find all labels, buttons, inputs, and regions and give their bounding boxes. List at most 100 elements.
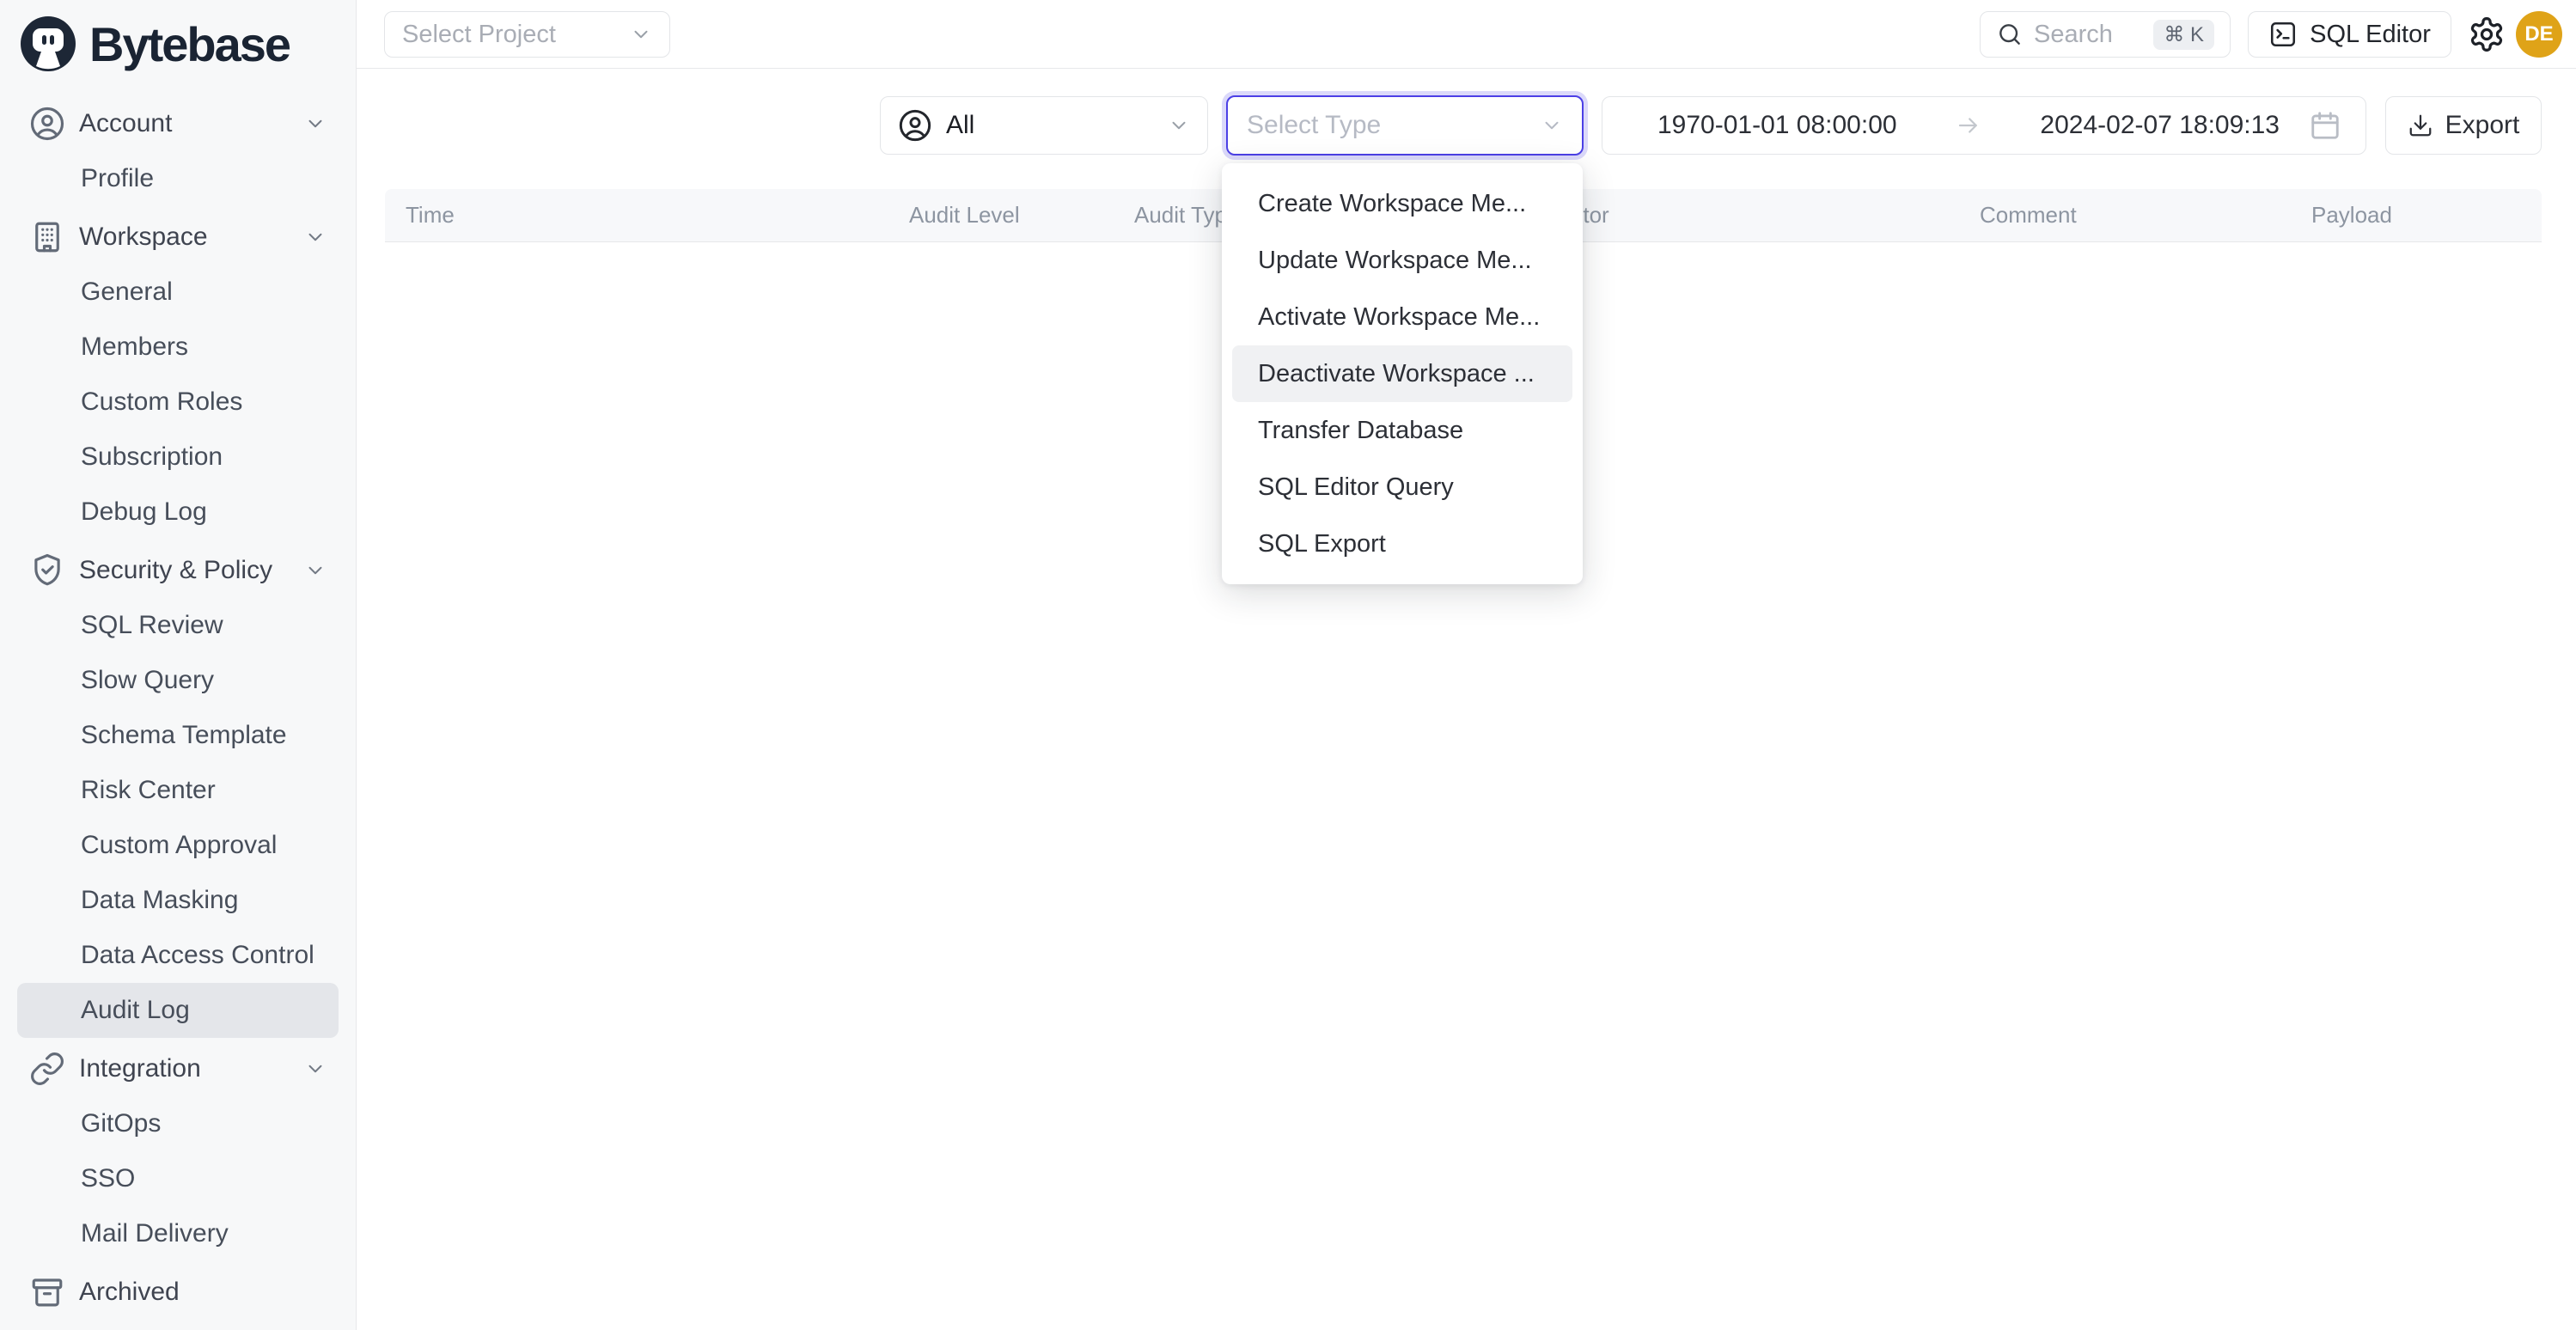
sidebar-item-label: Members <box>81 332 188 362</box>
sidebar-item-account[interactable]: Account <box>17 96 339 151</box>
menu-item-deactivate-workspace[interactable]: Deactivate Workspace ... <box>1232 345 1572 402</box>
sidebar-item-subscription[interactable]: Subscription <box>17 430 339 485</box>
sidebar-item-label: Account <box>79 109 172 138</box>
sidebar-item-label: Subscription <box>81 442 223 472</box>
menu-item-sql-editor-query[interactable]: SQL Editor Query <box>1232 459 1572 516</box>
chevron-down-icon <box>1541 114 1563 137</box>
sidebar-item-label: Risk Center <box>81 776 216 805</box>
sidebar-item-label: SSO <box>81 1164 135 1193</box>
sidebar-item-label: Schema Template <box>81 721 287 750</box>
search-shortcut-badge: ⌘ K <box>2153 20 2214 50</box>
archive-icon <box>29 1274 65 1310</box>
sidebar-item-workspace[interactable]: Workspace <box>17 210 339 265</box>
chevron-down-icon <box>304 1058 327 1080</box>
sidebar-item-integration[interactable]: Integration <box>17 1041 339 1096</box>
sidebar-item-label: Mail Delivery <box>81 1219 229 1248</box>
chevron-down-icon <box>630 23 652 46</box>
link-icon <box>29 1051 65 1087</box>
date-to-value[interactable]: 2024-02-07 18:09:13 <box>2040 111 2280 140</box>
chevron-down-icon <box>304 559 327 582</box>
arrow-right-icon <box>1956 113 1981 138</box>
bytebase-logo[interactable]: Bytebase <box>0 0 356 74</box>
download-icon <box>2408 113 2433 138</box>
user-circle-icon <box>29 106 65 142</box>
chevron-down-icon <box>304 113 327 135</box>
audit-type-placeholder: Select Type <box>1247 111 1381 140</box>
sidebar-item-custom-roles[interactable]: Custom Roles <box>17 375 339 430</box>
sidebar-item-custom-approval[interactable]: Custom Approval <box>17 818 339 873</box>
sidebar-item-label: Integration <box>79 1054 201 1083</box>
col-header-actor: Actor <box>1538 202 1968 229</box>
sidebar-item-label: Security & Policy <box>79 556 272 585</box>
project-select-placeholder: Select Project <box>402 21 556 49</box>
calendar-icon <box>2309 109 2341 142</box>
menu-item-sql-export[interactable]: SQL Export <box>1232 516 1572 572</box>
sidebar: Bytebase Account Profile Workspace General M… <box>0 0 357 1330</box>
sidebar-item-label: Slow Query <box>81 666 214 695</box>
export-button[interactable]: Export <box>2385 96 2542 155</box>
sidebar-item-slow-query[interactable]: Slow Query <box>17 653 339 708</box>
sidebar-item-archived[interactable]: Archived <box>17 1265 339 1320</box>
sidebar-item-members[interactable]: Members <box>17 320 339 375</box>
sql-editor-label: SQL Editor <box>2310 21 2431 49</box>
actor-filter-value: All <box>946 111 974 140</box>
user-circle-icon <box>898 108 932 143</box>
bytebase-logo-icon <box>21 16 76 71</box>
chevron-down-icon <box>304 226 327 248</box>
avatar[interactable]: DE <box>2516 11 2562 58</box>
sidebar-item-general[interactable]: General <box>17 265 339 320</box>
col-header-payload: Payload <box>2287 202 2542 229</box>
search-icon <box>1996 21 2024 48</box>
audit-type-filter-select[interactable]: Select Type <box>1226 95 1584 156</box>
actor-filter-select[interactable]: All <box>880 96 1208 155</box>
menu-item-update-workspace-me[interactable]: Update Workspace Me... <box>1232 232 1572 289</box>
menu-item-create-workspace-me[interactable]: Create Workspace Me... <box>1232 175 1572 232</box>
sidebar-item-audit-log[interactable]: Audit Log <box>17 983 339 1038</box>
sidebar-item-label: Archived <box>79 1278 180 1307</box>
sidebar-item-schema-template[interactable]: Schema Template <box>17 708 339 763</box>
sidebar-item-security-policy[interactable]: Security & Policy <box>17 543 339 598</box>
gear-icon[interactable] <box>2468 15 2506 53</box>
sidebar-item-label: Custom Roles <box>81 387 242 417</box>
sidebar-item-risk-center[interactable]: Risk Center <box>17 763 339 818</box>
sidebar-item-sql-review[interactable]: SQL Review <box>17 598 339 653</box>
logo-wordmark: Bytebase <box>89 16 290 72</box>
sidebar-nav: Account Profile Workspace General Members Cus… <box>0 96 356 1320</box>
menu-item-activate-workspace-me[interactable]: Activate Workspace Me... <box>1232 289 1572 345</box>
sidebar-item-label: SQL Review <box>81 611 223 640</box>
project-select[interactable]: Select Project <box>384 11 670 58</box>
avatar-initials: DE <box>2524 22 2553 46</box>
menu-item-transfer-database[interactable]: Transfer Database <box>1232 402 1572 459</box>
sidebar-item-sso[interactable]: SSO <box>17 1151 339 1206</box>
col-header-comment: Comment <box>1968 202 2287 229</box>
sidebar-item-profile[interactable]: Profile <box>17 151 339 206</box>
date-from-value[interactable]: 1970-01-01 08:00:00 <box>1657 111 1897 140</box>
sidebar-item-label: Profile <box>81 164 154 193</box>
sidebar-item-label: Audit Log <box>81 996 190 1025</box>
sidebar-item-gitops[interactable]: GitOps <box>17 1096 339 1151</box>
terminal-icon <box>2268 20 2298 49</box>
sidebar-item-label: GitOps <box>81 1109 161 1138</box>
topbar: Select Project Search ⌘ K SQL Editor DE <box>357 0 2576 69</box>
col-header-time: Time <box>385 202 892 229</box>
building-icon <box>29 219 65 255</box>
export-label: Export <box>2445 111 2520 140</box>
sidebar-item-label: Data Access Control <box>81 941 314 970</box>
search-placeholder: Search <box>2034 21 2113 49</box>
shield-check-icon <box>29 552 65 589</box>
col-header-audit-level: Audit Level <box>892 202 1115 229</box>
search-input[interactable]: Search ⌘ K <box>1980 11 2231 58</box>
chevron-down-icon <box>1168 114 1190 137</box>
date-range-picker[interactable]: 1970-01-01 08:00:00 2024-02-07 18:09:13 <box>1602 96 2366 155</box>
sidebar-item-label: General <box>81 278 173 307</box>
sidebar-item-data-masking[interactable]: Data Masking <box>17 873 339 928</box>
sidebar-item-debug-log[interactable]: Debug Log <box>17 485 339 540</box>
sidebar-item-label: Debug Log <box>81 497 207 527</box>
sidebar-item-data-access-control[interactable]: Data Access Control <box>17 928 339 983</box>
sidebar-item-label: Custom Approval <box>81 831 277 860</box>
sidebar-item-label: Workspace <box>79 223 208 252</box>
sql-editor-button[interactable]: SQL Editor <box>2248 11 2451 58</box>
sidebar-item-mail-delivery[interactable]: Mail Delivery <box>17 1206 339 1261</box>
audit-type-dropdown-menu: Create Workspace Me...Update Workspace M… <box>1222 163 1583 584</box>
sidebar-item-label: Data Masking <box>81 886 238 915</box>
